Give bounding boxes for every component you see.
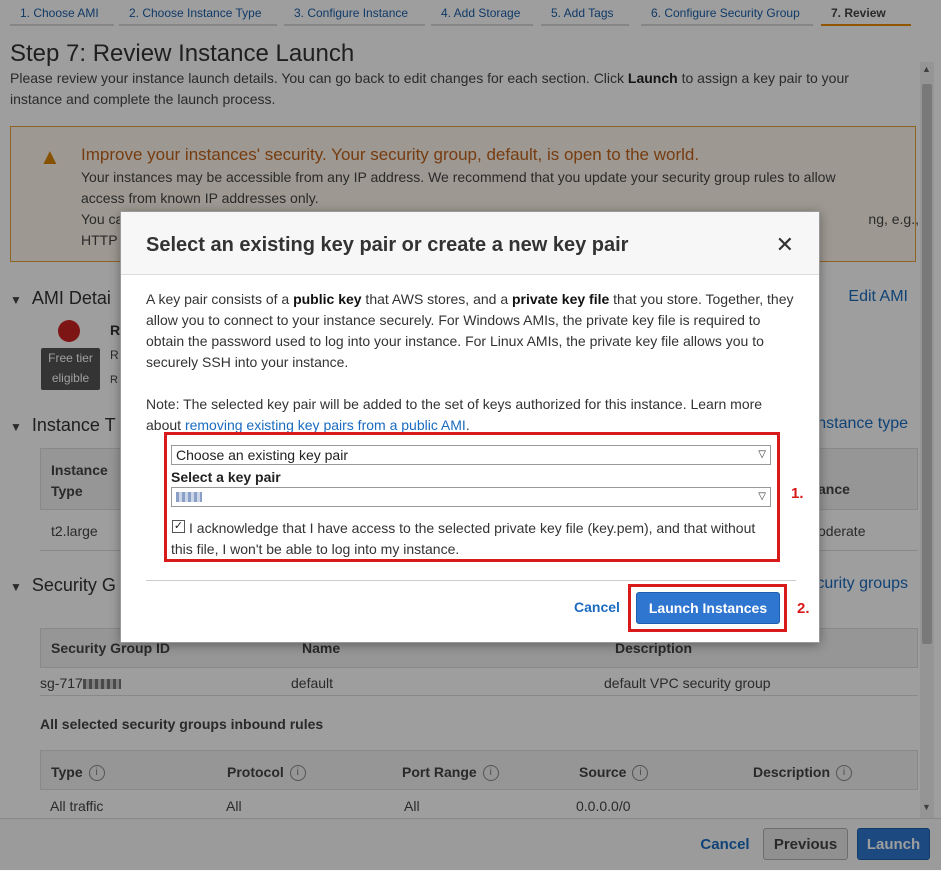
dialog-divider xyxy=(146,580,796,581)
dialog-header: Select an existing key pair or create a … xyxy=(121,212,819,275)
removing-key-pairs-link[interactable]: removing existing key pairs from a publi… xyxy=(185,417,466,433)
key-pair-note: Note: The selected key pair will be adde… xyxy=(146,396,763,433)
annotation-label-2: 2. xyxy=(797,600,810,617)
annotation-box-key-pair xyxy=(164,432,780,562)
key-pair-dialog: Select an existing key pair or create a … xyxy=(120,211,820,643)
dialog-cancel-button[interactable]: Cancel xyxy=(565,592,629,622)
dialog-title: Select an existing key pair or create a … xyxy=(146,234,629,256)
annotation-label-1: 1. xyxy=(791,485,804,502)
annotation-box-launch xyxy=(628,584,787,632)
close-icon[interactable]: ✕ xyxy=(776,232,794,258)
key-pair-explanation: A key pair consists of a public key that… xyxy=(146,291,794,370)
